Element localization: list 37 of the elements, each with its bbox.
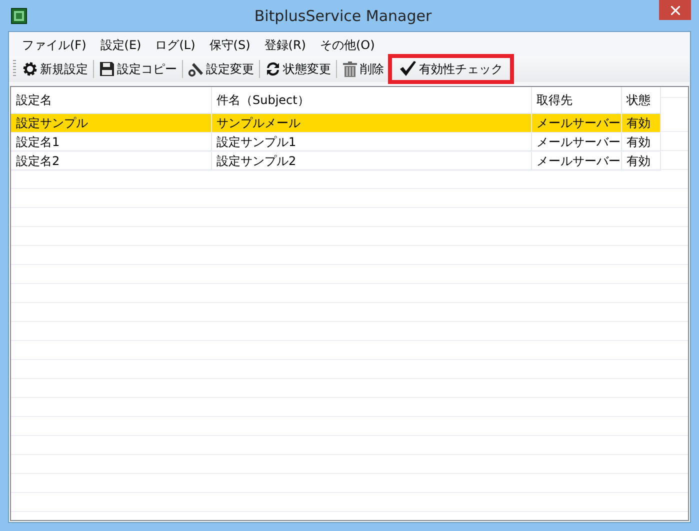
toolbar-button[interactable]: 設定コピー	[96, 59, 180, 79]
checkmark-icon	[399, 61, 417, 77]
table-cell: 有効	[621, 152, 660, 170]
column-header[interactable]: 件名（Subject）	[211, 87, 531, 114]
toolbar-button[interactable]: 新規設定	[19, 59, 91, 79]
menu-item[interactable]: 設定(E)	[93, 34, 148, 56]
table-cell: サンプルメール	[211, 114, 531, 132]
table-cell: 設定名2	[11, 152, 211, 170]
table-cell: 設定サンプル1	[211, 132, 531, 152]
app-icon	[11, 8, 27, 24]
toolbar-button[interactable]: 設定変更	[185, 59, 257, 79]
menu-item[interactable]: ログ(L)	[148, 34, 202, 56]
tools-icon	[188, 61, 204, 77]
menu-item[interactable]: 保守(S)	[202, 34, 258, 56]
refresh-icon	[265, 61, 281, 77]
close-icon	[670, 6, 680, 14]
table-cell: メールサーバー	[531, 152, 621, 170]
table-cell: メールサーバー	[531, 114, 621, 132]
menu-item[interactable]: 登録(R)	[257, 34, 313, 56]
column-header[interactable]: 取得先	[531, 87, 621, 114]
gear-icon	[22, 61, 38, 77]
table-cell: 設定名1	[11, 132, 211, 152]
toolbar-button[interactable]: 有効性チェック	[393, 59, 509, 79]
close-button[interactable]	[659, 0, 691, 20]
toolbar-button[interactable]: 削除	[339, 59, 387, 79]
menu-item[interactable]: その他(O)	[312, 34, 382, 56]
table-cell: 有効	[621, 132, 660, 152]
window-title: BitplusService Manager	[253, 6, 433, 24]
table-cell: 設定サンプル	[11, 114, 211, 132]
column-header[interactable]: 設定名	[11, 87, 211, 114]
table-cell: 有効	[621, 114, 660, 132]
table-cell: メールサーバー	[531, 132, 621, 152]
toolbar-button[interactable]: 状態変更	[262, 59, 334, 79]
table-cell: 設定サンプル2	[211, 152, 531, 170]
trash-icon	[342, 61, 358, 77]
column-header[interactable]: 状態	[621, 87, 660, 114]
menu-item[interactable]: ファイル(F)	[15, 34, 94, 56]
